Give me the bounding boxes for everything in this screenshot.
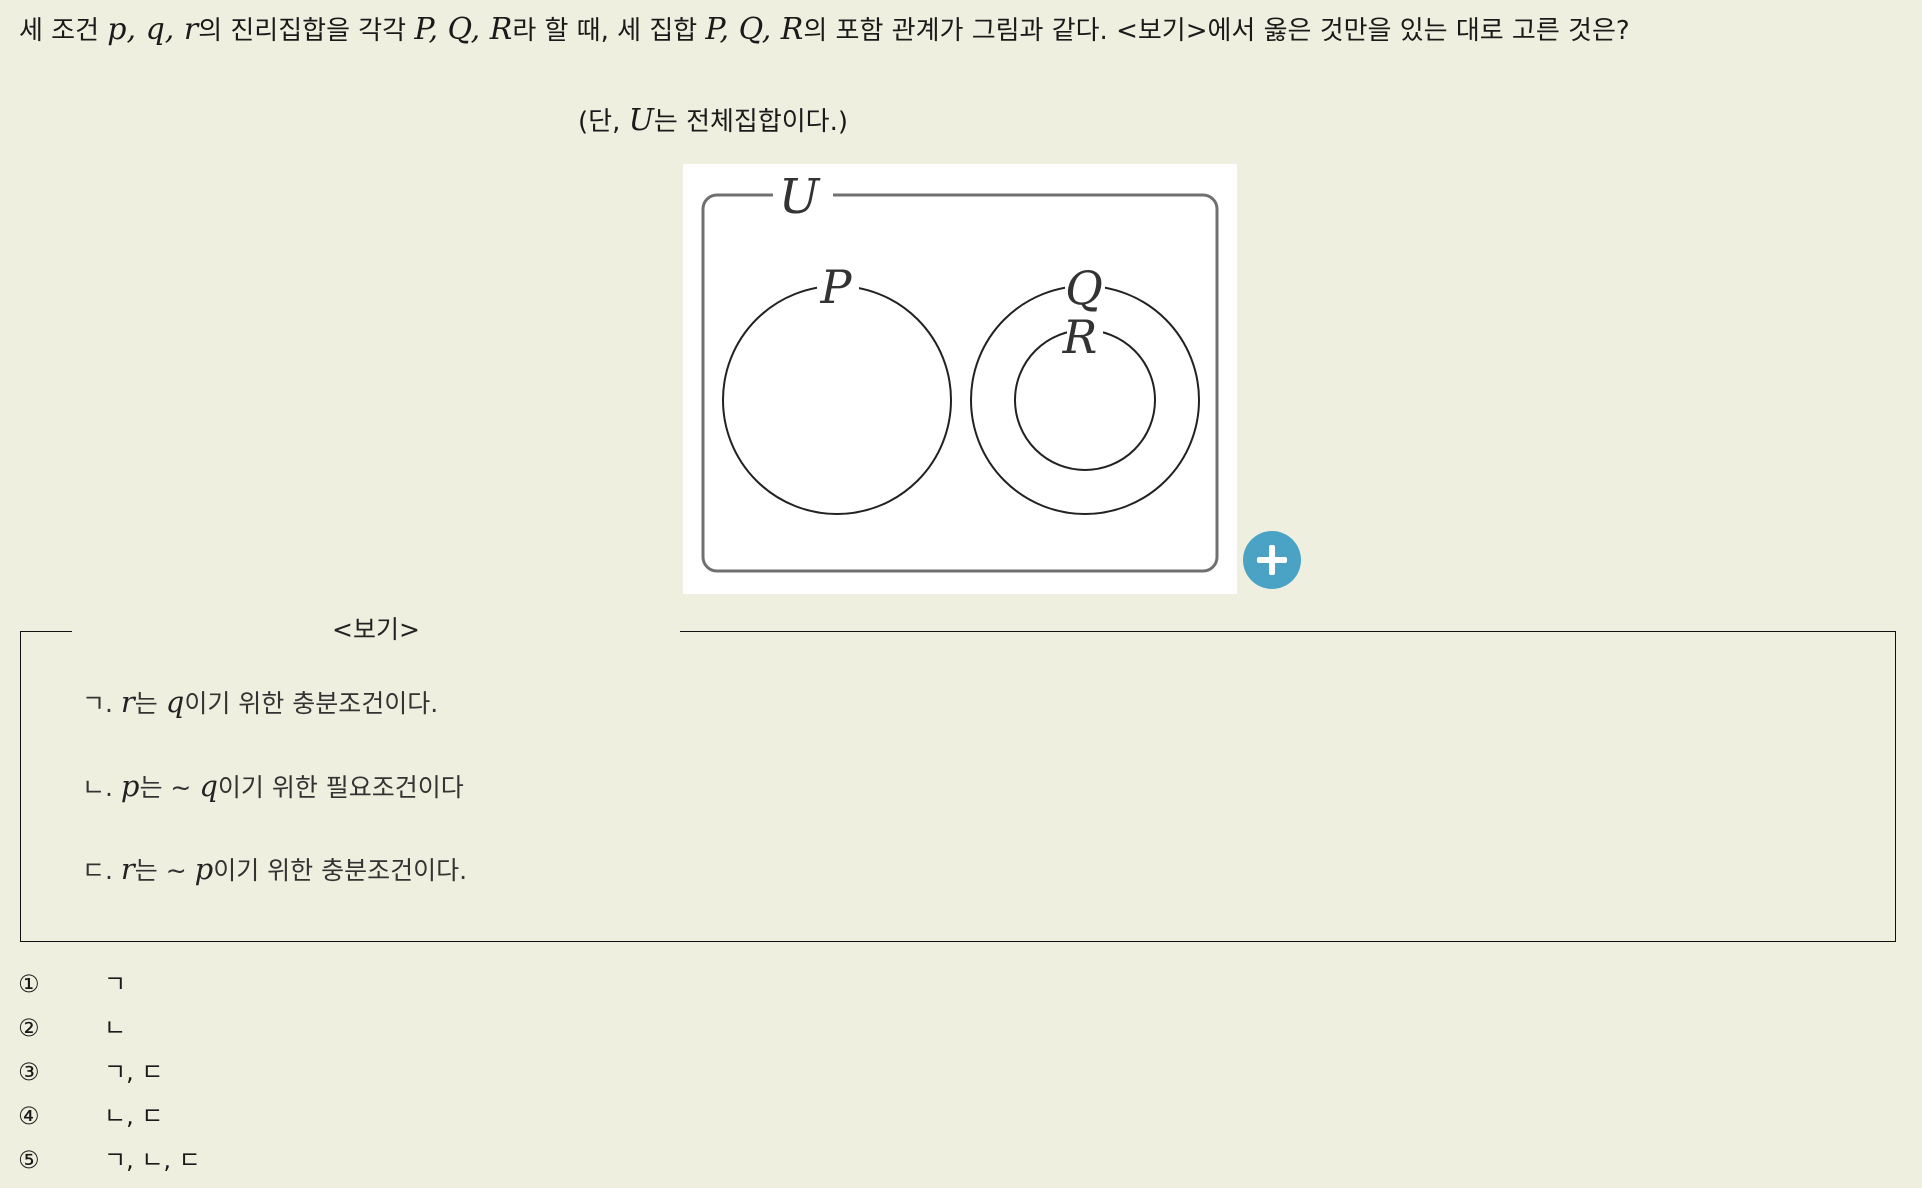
item-text: 이기 위한 필요조건이다: [217, 773, 464, 802]
condition-note: (단, U는 전체집합이다.): [578, 99, 848, 144]
answer-choice-1[interactable]: ①ㄱ: [18, 964, 126, 1004]
choice-answer: ㄱ: [104, 970, 127, 998]
set-q-label: Q: [1065, 261, 1103, 315]
bogi-item-c: ㄷ. r는 ∼ p이기 위한 충분조건이다.: [82, 849, 467, 891]
choice-answer: ㄱ, ㄴ, ㄷ: [104, 1146, 201, 1174]
choice-number: ③: [18, 1058, 40, 1086]
answer-choice-5[interactable]: ⑤ ㄱ, ㄴ, ㄷ: [18, 1140, 201, 1180]
bogi-item-a: ㄱ. r는 q이기 위한 충분조건이다.: [82, 682, 438, 724]
item-text: 는: [134, 689, 166, 718]
set-variables: P, Q, R: [414, 12, 513, 47]
bogi-item-b: ㄴ. p는 ∼ q이기 위한 필요조건이다: [82, 766, 464, 808]
set-p-circle: [722, 285, 952, 515]
set-variables: P, Q, R: [705, 12, 804, 47]
item-marker: ㄴ.: [82, 773, 121, 802]
choice-answer: ㄱ, ㄷ: [104, 1058, 164, 1086]
note-text-part: (단,: [578, 107, 629, 137]
item-variable: q: [199, 769, 218, 803]
venn-diagram-svg: U P Q R: [701, 169, 1219, 573]
choice-number: ②: [18, 1014, 40, 1042]
item-text: 이기 위한 충분조건이다.: [184, 689, 439, 718]
question-text-part: 라 할 때, 세 집합: [512, 16, 706, 46]
universe-variable: U: [628, 103, 654, 138]
choice-number: ①: [18, 970, 40, 998]
item-variable: q: [165, 685, 185, 719]
choice-answer: ㄴ: [104, 1014, 127, 1042]
universe-label: U: [779, 169, 821, 225]
universe-rectangle: [701, 193, 1219, 573]
question-text-part: 세 조건: [19, 16, 108, 46]
item-text: 는 ∼: [139, 773, 200, 802]
item-variable: r: [120, 685, 135, 719]
answer-choice-2[interactable]: ②ㄴ: [18, 1008, 126, 1048]
item-marker: ㄱ.: [82, 689, 121, 718]
choice-number: ④: [18, 1102, 40, 1130]
question-text-part: 의 포함 관계가 그림과 같다. <보기>에서 옳은 것만을 있는 대로 고른 …: [803, 16, 1630, 46]
question-text-part: 의 진리집합을 각각: [198, 16, 415, 46]
note-text-part: 는 전체집합이다.): [653, 107, 849, 137]
condition-variables: p, q, r: [107, 12, 199, 47]
bogi-title: <보기>: [72, 604, 680, 656]
set-r-label: R: [1062, 310, 1098, 364]
question-text: 세 조건 p, q, r의 진리집합을 각각 P, Q, R라 할 때, 세 집…: [19, 8, 1630, 53]
answer-choice-3[interactable]: ③ ㄱ, ㄷ: [18, 1052, 163, 1092]
venn-diagram: U P Q R: [683, 164, 1237, 594]
item-variable: p: [120, 769, 140, 803]
answer-choice-4[interactable]: ④ ㄴ, ㄷ: [18, 1096, 163, 1136]
choice-number: ⑤: [18, 1146, 40, 1174]
item-text: 이기 위한 충분조건이다.: [213, 856, 468, 885]
choice-answer: ㄴ, ㄷ: [104, 1102, 164, 1130]
item-variable: p: [194, 852, 214, 886]
zoom-button[interactable]: [1243, 531, 1301, 589]
item-marker: ㄷ.: [82, 856, 121, 885]
set-p-label: P: [820, 260, 853, 314]
item-text: 는 ∼: [134, 856, 195, 885]
item-variable: r: [120, 852, 135, 886]
